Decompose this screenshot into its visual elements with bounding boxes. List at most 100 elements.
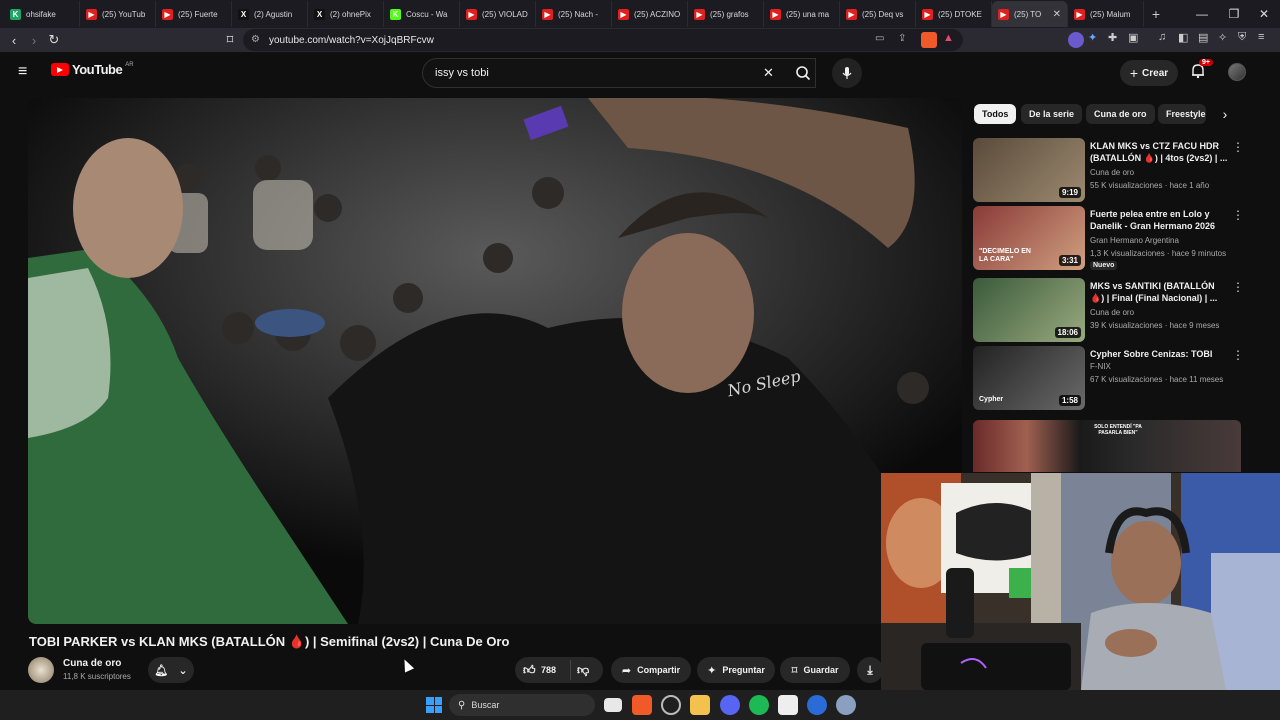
- close-tab-icon[interactable]: ✕: [1053, 9, 1061, 20]
- notifications-button[interactable]: 9+: [1190, 59, 1213, 84]
- search-input[interactable]: issy vs tobi ✕: [422, 58, 816, 88]
- brave-shields-icon[interactable]: [921, 32, 937, 48]
- ccleaner-icon[interactable]: [807, 695, 827, 715]
- menu-icon[interactable]: ≡: [1258, 31, 1264, 43]
- browser-tab[interactable]: ▶ (25) YouTub: [80, 1, 156, 27]
- download-button[interactable]: ⤓: [857, 657, 883, 683]
- notification-badge: 9+: [1199, 59, 1213, 66]
- more-options-icon[interactable]: ⋮: [1232, 208, 1244, 222]
- recommendation-title[interactable]: Fuerte pelea entre en Lolo y Danelik - G…: [1090, 208, 1230, 232]
- extensions-puzzle-icon[interactable]: ✚: [1108, 31, 1117, 44]
- url-field[interactable]: ⚙ youtube.com/watch?v=XojJqBRFcvw ▭ ⇪ ▲: [243, 29, 963, 51]
- recommendation-item[interactable]: 9:19 KLAN MKS vs CTZ FACU HDR (BATALLÓN 🩸…: [973, 138, 1253, 202]
- maximize-icon[interactable]: ❐: [1218, 0, 1250, 28]
- avatar[interactable]: [1228, 63, 1246, 81]
- bookmark-icon[interactable]: ⌑: [220, 30, 240, 50]
- discord-icon[interactable]: [720, 695, 740, 715]
- share-page-icon[interactable]: ⇪: [898, 33, 906, 44]
- recommendation-title[interactable]: Cypher Sobre Cenizas: TOBI: [1090, 348, 1230, 360]
- brave-rewards-icon[interactable]: ▲: [943, 32, 954, 44]
- recommendation-thumbnail[interactable]: Cypher 1:58: [973, 346, 1085, 410]
- recommendation-channel[interactable]: Gran Hermano Argentina: [1090, 236, 1179, 245]
- spotify-icon[interactable]: [749, 695, 769, 715]
- task-view-icon[interactable]: [604, 698, 622, 712]
- browser-tab[interactable]: X (2) Agustin: [232, 1, 308, 27]
- tab-search-icon[interactable]: ▣: [1128, 31, 1138, 44]
- recommendation-thumbnail[interactable]: 18:06: [973, 278, 1085, 342]
- chip-cuna-de-oro[interactable]: Cuna de oro: [1086, 104, 1155, 124]
- extension-2-icon[interactable]: ✦: [1088, 31, 1097, 44]
- app-icon[interactable]: [661, 695, 681, 715]
- recommendation-channel[interactable]: F-NIX: [1090, 362, 1111, 371]
- vpn-icon[interactable]: ⛨: [1238, 31, 1246, 44]
- close-window-icon[interactable]: ✕: [1248, 0, 1280, 28]
- voice-search-button[interactable]: [832, 58, 862, 88]
- minimize-icon[interactable]: —: [1186, 0, 1218, 28]
- tab-favicon-icon: X: [314, 8, 325, 20]
- extension-icon[interactable]: [1068, 32, 1084, 48]
- recommendation-title[interactable]: MKS vs SANTIKI (BATALLÓN 🩸) | Final (Fin…: [1090, 280, 1230, 304]
- media-icon[interactable]: ♫: [1158, 31, 1166, 43]
- tab-favicon-icon: ▶: [846, 8, 857, 20]
- channel-name[interactable]: Cuna de oro: [63, 658, 121, 669]
- dislike-button[interactable]: 👎︎: [577, 663, 589, 678]
- leo-ai-icon[interactable]: ✧: [1218, 31, 1227, 44]
- browser-tab[interactable]: ▶ (25) DTOKE: [916, 1, 992, 27]
- browser-tab[interactable]: K Coscu - Wa: [384, 1, 460, 27]
- recommendation-thumbnail[interactable]: "DECIMELO EN LA CARA" 3:31: [973, 206, 1085, 270]
- obs-icon[interactable]: [778, 695, 798, 715]
- recommendation-item[interactable]: "DECIMELO EN LA CARA" 3:31 Fuerte pelea en…: [973, 206, 1253, 270]
- browser-tab[interactable]: ▶ (25) Fuerte: [156, 1, 232, 27]
- new-tab-icon[interactable]: +: [1144, 6, 1168, 22]
- video-title: TOBI PARKER vs KLAN MKS (BATALLÓN 🩸) | S…: [29, 634, 510, 649]
- chip-todos[interactable]: Todos: [974, 104, 1017, 124]
- recommendation-channel[interactable]: Cuna de oro: [1090, 308, 1134, 317]
- more-options-icon[interactable]: ⋮: [1232, 140, 1244, 154]
- subscribed-bell-button[interactable]: 🔔︎ ⌄: [148, 657, 194, 683]
- channel-avatar[interactable]: [28, 657, 54, 683]
- recommendation-thumbnail[interactable]: 9:19: [973, 138, 1085, 202]
- windows-start-icon[interactable]: [424, 695, 444, 715]
- back-icon[interactable]: ‹: [4, 30, 24, 50]
- youtube-logo[interactable]: YouTube AR: [51, 62, 134, 77]
- chip-freestyle[interactable]: Freestyle: [1158, 104, 1206, 124]
- ask-button[interactable]: ✦ Preguntar: [697, 657, 775, 683]
- browser-tab[interactable]: ▶ (25) TO ✕: [992, 1, 1068, 27]
- browser-tab[interactable]: ▶ (25) Malum: [1068, 1, 1144, 27]
- recommendation-title[interactable]: KLAN MKS vs CTZ FACU HDR (BATALLÓN 🩸) | …: [1090, 140, 1230, 164]
- forward-icon[interactable]: ›: [24, 30, 44, 50]
- sidebar-icon[interactable]: ◧: [1178, 31, 1188, 44]
- save-button[interactable]: ⌑ Guardar: [780, 657, 850, 683]
- browser-tab[interactable]: Kohsifake: [4, 1, 80, 27]
- chevron-right-icon[interactable]: ›: [1214, 104, 1236, 124]
- browser-tab[interactable]: ▶ (25) Deq vs: [840, 1, 916, 27]
- recommendation-thumbnail-partial[interactable]: SOLO ENTENDÍ "PA PASARLA BIEN": [973, 420, 1241, 472]
- recommendation-item[interactable]: Cypher 1:58 Cypher Sobre Cenizas: TOBI F-NI…: [973, 346, 1253, 410]
- search-button[interactable]: [786, 58, 820, 88]
- brave-browser-icon[interactable]: [632, 695, 652, 715]
- browser-tab[interactable]: X (2) ohnePix: [308, 1, 384, 27]
- create-button[interactable]: + Crear: [1120, 60, 1178, 86]
- browser-tab[interactable]: ▶ (25) una ma: [764, 1, 840, 27]
- wallet-icon[interactable]: ▤: [1198, 31, 1208, 44]
- browser-tab[interactable]: ▶ (25) grafos: [688, 1, 764, 27]
- chip-de-la-serie[interactable]: De la serie: [1021, 104, 1083, 124]
- settings-icon[interactable]: [836, 695, 856, 715]
- reload-icon[interactable]: ↻: [44, 30, 64, 50]
- hamburger-menu-icon[interactable]: ≡: [18, 63, 27, 81]
- clear-search-icon[interactable]: ✕: [763, 65, 774, 81]
- recommendation-channel[interactable]: Cuna de oro: [1090, 168, 1134, 177]
- like-button[interactable]: 👍︎: [523, 663, 536, 678]
- share-button[interactable]: ➦ Compartir: [611, 657, 691, 683]
- taskbar-search[interactable]: ⚲ Buscar: [449, 694, 595, 716]
- file-explorer-icon[interactable]: [690, 695, 710, 715]
- browser-tab[interactable]: ▶ (25) Nach -: [536, 1, 612, 27]
- recommendation-item[interactable]: 18:06 MKS vs SANTIKI (BATALLÓN 🩸) | Final…: [973, 278, 1253, 342]
- browser-tab[interactable]: ▶ (25) ACZINO: [612, 1, 688, 27]
- site-settings-icon[interactable]: ⚙: [251, 34, 260, 45]
- more-options-icon[interactable]: ⋮: [1232, 280, 1244, 294]
- more-options-icon[interactable]: ⋮: [1232, 348, 1244, 362]
- screen-icon[interactable]: ▭: [875, 33, 884, 44]
- browser-tab[interactable]: ▶ (25) VIOLAD: [460, 1, 536, 27]
- video-player[interactable]: No Sleep: [28, 98, 962, 624]
